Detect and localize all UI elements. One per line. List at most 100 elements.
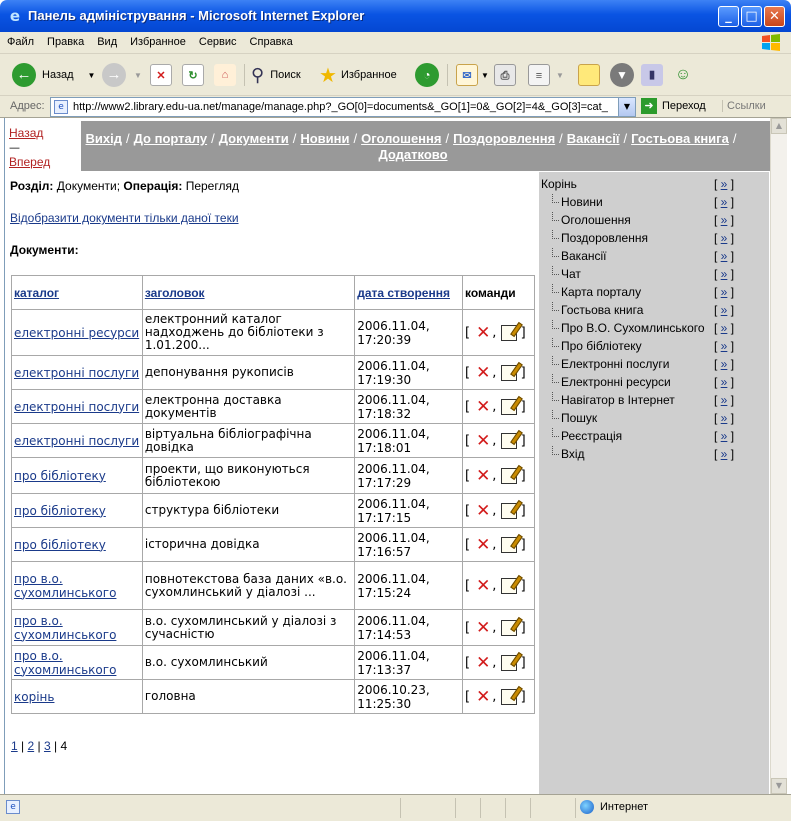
home-button[interactable]: ⌂ <box>214 62 236 88</box>
vertical-scrollbar[interactable]: ▲ ▼ <box>770 118 787 794</box>
open-folder-link[interactable]: » <box>721 195 728 209</box>
discuss-button[interactable] <box>578 62 600 88</box>
menu-tools[interactable]: Сервис <box>192 32 243 48</box>
catalog-link[interactable]: про бібліотеку <box>14 469 106 483</box>
mail-button[interactable]: ✉ ▼ <box>456 62 489 88</box>
catalog-link[interactable]: електронні послуги <box>14 400 139 414</box>
print-button[interactable]: ⎙ <box>494 62 516 88</box>
back-link[interactable]: Назад <box>9 126 43 140</box>
open-folder-link[interactable]: » <box>721 339 728 353</box>
catalog-link[interactable]: про бібліотеку <box>14 538 106 552</box>
research-button[interactable]: ▼ <box>610 62 634 88</box>
scroll-up-icon[interactable]: ▲ <box>771 118 787 134</box>
delete-icon[interactable]: ✕ <box>474 687 492 707</box>
catalog-link[interactable]: електронні ресурси <box>14 326 139 340</box>
open-folder-link[interactable]: » <box>721 393 728 407</box>
stop-button[interactable]: ✕ <box>150 62 172 88</box>
delete-icon[interactable]: ✕ <box>474 323 492 343</box>
delete-icon[interactable]: ✕ <box>474 535 492 555</box>
scroll-down-icon[interactable]: ▼ <box>771 778 787 794</box>
open-folder-link[interactable]: » <box>721 213 728 227</box>
sort-title-link[interactable]: заголовок <box>145 286 205 300</box>
catalog-link[interactable]: електронні послуги <box>14 434 139 448</box>
nav-link-guestbook[interactable]: Гостьова книга <box>631 131 729 146</box>
nav-link-vacancies[interactable]: Вакансії <box>567 131 620 146</box>
edit-icon[interactable] <box>500 324 517 341</box>
catalog-link[interactable]: електронні послуги <box>14 366 139 380</box>
page-3-link[interactable]: 3 <box>44 739 51 753</box>
catalog-link[interactable]: про в.о. сухомлинського <box>14 572 116 600</box>
menu-help[interactable]: Справка <box>243 32 299 48</box>
open-folder-link[interactable]: » <box>721 321 728 335</box>
history-button[interactable]: ◔ <box>415 62 439 88</box>
nav-link-documents[interactable]: Документи <box>219 131 289 146</box>
open-folder-link[interactable]: » <box>721 249 728 263</box>
open-folder-link[interactable]: » <box>721 303 728 317</box>
links-button[interactable]: Ссылки <box>722 100 766 112</box>
edit-icon[interactable] <box>500 398 517 415</box>
show-folder-documents-link[interactable]: Відобразити документи тільки даної теки <box>10 211 540 225</box>
back-button[interactable]: ← Назад ▼ <box>12 62 95 88</box>
favorites-button[interactable]: ★ Избранное <box>319 62 397 88</box>
maximize-button[interactable]: □ <box>741 6 762 27</box>
delete-icon[interactable]: ✕ <box>474 363 492 383</box>
catalog-link[interactable]: про в.о. сухомлинського <box>14 614 116 642</box>
delete-icon[interactable]: ✕ <box>474 618 492 638</box>
search-button[interactable]: ⚲ Поиск <box>251 62 301 88</box>
chevron-down-icon[interactable]: ▼ <box>618 98 635 116</box>
delete-icon[interactable]: ✕ <box>474 397 492 417</box>
edit-icon[interactable] <box>500 364 517 381</box>
open-folder-link[interactable]: » <box>721 267 728 281</box>
edit-button[interactable]: ≡ ▼ <box>528 62 564 88</box>
nav-link-greetings[interactable]: Поздоровлення <box>453 131 555 146</box>
delete-icon[interactable]: ✕ <box>474 653 492 673</box>
open-folder-link[interactable]: » <box>721 429 728 443</box>
edit-icon[interactable] <box>500 502 517 519</box>
nav-link-announcements[interactable]: Оголошення <box>361 131 441 146</box>
address-input[interactable]: e http://www2.library.edu-ua.net/manage/… <box>50 97 636 117</box>
page-2-link[interactable]: 2 <box>27 739 34 753</box>
edit-icon[interactable] <box>500 536 517 553</box>
address-url[interactable]: http://www2.library.edu-ua.net/manage/ma… <box>73 101 617 113</box>
delete-icon[interactable]: ✕ <box>474 576 492 596</box>
refresh-button[interactable]: ↻ <box>182 62 204 88</box>
edit-icon[interactable] <box>500 577 517 594</box>
ie-icon: e <box>9 7 21 25</box>
menu-edit[interactable]: Правка <box>40 32 90 48</box>
open-folder-link[interactable]: » <box>721 375 728 389</box>
open-folder-link[interactable]: » <box>721 411 728 425</box>
nav-link-portal[interactable]: До порталу <box>134 131 207 146</box>
nav-link-news[interactable]: Новини <box>300 131 349 146</box>
edit-icon[interactable] <box>500 688 517 705</box>
edit-icon[interactable] <box>500 467 517 484</box>
delete-icon[interactable]: ✕ <box>474 501 492 521</box>
sort-date-link[interactable]: дата створення <box>357 286 450 300</box>
delete-icon[interactable]: ✕ <box>474 466 492 486</box>
open-folder-link[interactable]: » <box>721 447 728 461</box>
catalog-link[interactable]: про в.о. сухомлинського <box>14 649 116 677</box>
messenger-button[interactable]: ☺ <box>672 62 694 88</box>
catalog-link[interactable]: про бібліотеку <box>14 504 106 518</box>
open-folder-link[interactable]: » <box>721 357 728 371</box>
open-folder-link[interactable]: » <box>721 231 728 245</box>
open-folder-link[interactable]: » <box>721 177 728 191</box>
menu-favorites[interactable]: Избранное <box>123 32 192 48</box>
edit-icon[interactable] <box>500 654 517 671</box>
menu-view[interactable]: Вид <box>90 32 123 48</box>
forward-button[interactable]: → ▼ <box>102 62 142 88</box>
nav-link-exit[interactable]: Вихід <box>86 131 122 146</box>
delete-icon[interactable]: ✕ <box>474 431 492 451</box>
page-1-link[interactable]: 1 <box>11 739 18 753</box>
media-button[interactable]: ▮ <box>641 62 663 88</box>
edit-icon[interactable] <box>500 619 517 636</box>
go-button[interactable]: ➜ Переход <box>641 98 706 114</box>
forward-link[interactable]: Вперед <box>9 155 50 169</box>
sort-catalog-link[interactable]: каталог <box>14 286 59 300</box>
edit-icon[interactable] <box>500 432 517 449</box>
open-folder-link[interactable]: » <box>721 285 728 299</box>
close-button[interactable]: ✕ <box>764 6 785 27</box>
menu-file[interactable]: Файл <box>0 32 40 48</box>
catalog-link[interactable]: корінь <box>14 690 54 704</box>
nav-link-additional[interactable]: Додатково <box>378 147 447 162</box>
minimize-button[interactable]: _ <box>718 6 739 27</box>
